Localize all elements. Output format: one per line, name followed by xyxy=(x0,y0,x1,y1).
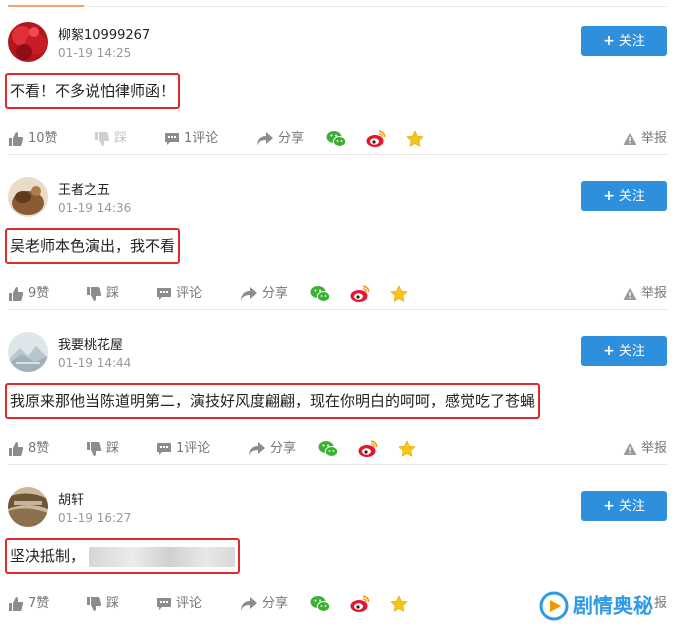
weibo-icon xyxy=(366,130,386,147)
share-arrow-icon xyxy=(257,132,273,146)
avatar[interactable] xyxy=(8,487,48,527)
comment-text: 不看！不多说怕律师函！ xyxy=(5,73,181,109)
timestamp: 01-19 14:44 xyxy=(58,356,132,370)
share-arrow-icon xyxy=(241,597,257,611)
plus-icon: + xyxy=(603,498,615,514)
share-wechat-button[interactable] xyxy=(326,128,350,150)
comment-button[interactable]: 评论 xyxy=(156,593,202,615)
share-wechat-button[interactable] xyxy=(310,283,334,305)
action-bar: 10赞 踩 1评论 分享 举报 xyxy=(8,128,667,150)
star-icon xyxy=(390,594,408,612)
comment-button[interactable]: 1评论 xyxy=(156,438,210,460)
wechat-icon xyxy=(310,285,331,302)
chat-bubble-icon xyxy=(157,443,171,455)
report-button[interactable]: 举报 xyxy=(623,438,667,460)
star-icon xyxy=(390,284,408,302)
timestamp: 01-19 14:25 xyxy=(58,46,132,60)
like-button[interactable]: 8赞 xyxy=(8,438,49,460)
plus-icon: + xyxy=(603,343,615,359)
comment-text: 我原来那他当陈道明第二，演技好风度翩翩，现在你明白的呵呵，感觉吃了苍蝇 xyxy=(5,383,541,419)
chat-bubble-icon xyxy=(165,133,179,145)
play-logo-icon xyxy=(539,591,569,620)
thumbs-up-icon xyxy=(9,597,24,611)
thumbs-down-icon xyxy=(87,287,102,301)
follow-button[interactable]: + 关注 xyxy=(581,181,667,211)
like-button[interactable]: 10赞 xyxy=(8,128,58,150)
share-arrow-icon xyxy=(241,287,257,301)
dislike-button[interactable]: 踩 xyxy=(86,438,119,460)
report-button[interactable]: 举报 xyxy=(623,283,667,305)
share-arrow-icon xyxy=(249,442,265,456)
wechat-icon xyxy=(326,130,347,147)
thumbs-down-icon xyxy=(87,597,102,611)
favorite-button[interactable] xyxy=(406,128,428,150)
share-weibo-button[interactable] xyxy=(358,438,382,460)
share-button[interactable]: 分享 xyxy=(256,128,304,150)
plus-icon: + xyxy=(603,188,615,204)
weibo-icon xyxy=(350,285,370,302)
timestamp: 01-19 14:36 xyxy=(58,201,132,215)
thumbs-up-icon xyxy=(9,132,24,146)
avatar[interactable] xyxy=(8,332,48,372)
share-wechat-button[interactable] xyxy=(318,438,342,460)
wechat-icon xyxy=(318,440,339,457)
star-icon xyxy=(398,439,416,457)
share-button[interactable]: 分享 xyxy=(240,593,288,615)
comment-button[interactable]: 评论 xyxy=(156,283,202,305)
comment-button[interactable]: 1评论 xyxy=(164,128,218,150)
avatar[interactable] xyxy=(8,177,48,217)
comment-text-visible: 坚决抵制， xyxy=(10,547,86,565)
comment-text: 吴老师本色演出，我不看 xyxy=(5,228,181,264)
username[interactable]: 我要桃花屋 xyxy=(58,334,123,353)
action-bar: 9赞 踩 评论 分享 举报 xyxy=(8,283,667,305)
chat-bubble-icon xyxy=(157,288,171,300)
share-button[interactable]: 分享 xyxy=(240,283,288,305)
dislike-button[interactable]: 踩 xyxy=(86,283,119,305)
favorite-button[interactable] xyxy=(398,438,420,460)
share-weibo-button[interactable] xyxy=(350,593,374,615)
warning-icon xyxy=(623,443,637,455)
follow-button[interactable]: + 关注 xyxy=(581,336,667,366)
share-button[interactable]: 分享 xyxy=(248,438,296,460)
follow-button[interactable]: + 关注 xyxy=(581,26,667,56)
report-button[interactable]: 举报 xyxy=(623,128,667,150)
star-icon xyxy=(406,129,424,147)
thumbs-down-icon xyxy=(95,132,110,146)
report-button[interactable]: 报 xyxy=(654,593,667,615)
warning-icon xyxy=(623,288,637,300)
username[interactable]: 胡轩 xyxy=(58,489,84,508)
thumbs-up-icon xyxy=(9,442,24,456)
watermark-logo: 剧情奥秘 xyxy=(539,587,653,621)
comment-text: 坚决抵制， xyxy=(5,538,241,574)
dislike-button[interactable]: 踩 xyxy=(86,593,119,615)
comment-item: 我要桃花屋 01-19 14:44 + 关注 我原来那他当陈道明第二，演技好风度翩… xyxy=(0,310,675,465)
thumbs-up-icon xyxy=(9,287,24,301)
like-button[interactable]: 9赞 xyxy=(8,283,49,305)
thumbs-down-icon xyxy=(87,442,102,456)
plus-icon: + xyxy=(603,33,615,49)
favorite-button[interactable] xyxy=(390,593,412,615)
weibo-icon xyxy=(350,595,370,612)
avatar[interactable] xyxy=(8,22,48,62)
share-weibo-button[interactable] xyxy=(366,128,390,150)
share-wechat-button[interactable] xyxy=(310,593,334,615)
follow-button[interactable]: + 关注 xyxy=(581,491,667,521)
action-bar: 8赞 踩 1评论 分享 举报 xyxy=(8,438,667,460)
warning-icon xyxy=(623,133,637,145)
share-weibo-button[interactable] xyxy=(350,283,374,305)
favorite-button[interactable] xyxy=(390,283,412,305)
blurred-text xyxy=(89,546,236,567)
like-button[interactable]: 7赞 xyxy=(8,593,49,615)
username[interactable]: 柳絮10999267 xyxy=(58,24,150,43)
timestamp: 01-19 16:27 xyxy=(58,511,132,525)
chat-bubble-icon xyxy=(157,598,171,610)
comment-item: 柳絮10999267 01-19 14:25 + 关注 不看！不多说怕律师函！ 1… xyxy=(0,0,675,155)
watermark-text: 剧情奥秘 xyxy=(573,593,653,618)
username[interactable]: 王者之五 xyxy=(58,179,110,198)
dislike-button[interactable]: 踩 xyxy=(94,128,127,150)
weibo-icon xyxy=(358,440,378,457)
wechat-icon xyxy=(310,595,331,612)
comment-item: 王者之五 01-19 14:36 + 关注 吴老师本色演出，我不看 9赞 踩 评论… xyxy=(0,155,675,310)
